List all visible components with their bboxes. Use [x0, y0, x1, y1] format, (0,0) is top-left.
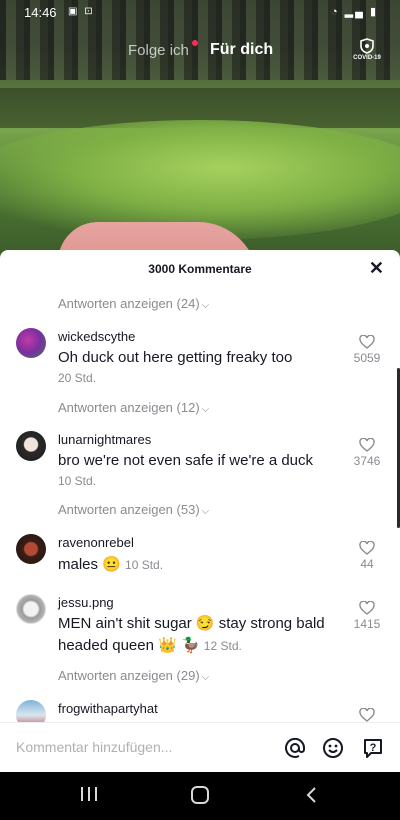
view-replies-label: Antworten anzeigen (53) [58, 502, 200, 517]
tab-for-you[interactable]: Für dich [210, 41, 273, 59]
view-replies-button[interactable]: Antworten anzeigen (12) ⌵ [58, 400, 209, 415]
like-count: 1415 [353, 617, 381, 631]
like-button[interactable]: 44 [350, 541, 384, 571]
comment-text: bro we're not even safe if we're a duck [58, 452, 314, 469]
status-time: 14:46 [24, 5, 57, 20]
avatar[interactable] [16, 328, 46, 358]
top-nav: Folge ich Für dich [0, 40, 400, 64]
tab-following[interactable]: Folge ich [128, 42, 189, 59]
comment-time: 20 Std. [58, 371, 97, 385]
heart-icon [359, 601, 375, 615]
view-replies-label: Antworten anzeigen (24) [58, 296, 200, 311]
like-button[interactable]: 3746 [350, 438, 384, 468]
view-replies-label: Antworten anzeigen (12) [58, 400, 200, 415]
chevron-down-icon: ⌵ [201, 404, 210, 415]
comment-time: 12 Std. [203, 639, 242, 653]
avatar[interactable] [16, 431, 46, 461]
comment-time: 10 Std. [58, 474, 97, 488]
video-background[interactable] [0, 0, 400, 260]
chevron-down-icon: ⌵ [201, 506, 210, 517]
mention-icon[interactable] [284, 737, 306, 759]
comment-time: 10 Std. [125, 558, 164, 572]
view-replies-button[interactable]: Antworten anzeigen (24) ⌵ [58, 296, 209, 311]
svg-text:?: ? [370, 742, 377, 754]
heart-icon [359, 708, 375, 722]
chevron-down-icon: ⌵ [201, 300, 210, 311]
view-replies-button[interactable]: Antworten anzeigen (53) ⌵ [58, 502, 209, 517]
notification-dot [192, 40, 198, 46]
like-button[interactable]: 5059 [350, 335, 384, 365]
avatar[interactable] [16, 594, 46, 624]
home-icon[interactable] [190, 786, 210, 809]
like-count: 5059 [353, 351, 381, 365]
back-icon[interactable] [304, 786, 318, 809]
comment-text-row: MEN ain't shit sugar 😏 stay strong bald … [58, 613, 348, 657]
comment-input[interactable]: Kommentar hinzufügen... [16, 739, 172, 755]
like-count: 3746 [353, 454, 381, 468]
status-signal-icons: ◔ ▂▄ ▮ [330, 6, 378, 18]
comment-username[interactable]: ravenonrebel [58, 535, 134, 550]
avatar[interactable] [16, 534, 46, 564]
covid-label: COVID-19 [353, 55, 381, 61]
recents-icon[interactable] [80, 786, 98, 807]
view-replies-label: Antworten anzeigen (29) [58, 668, 200, 683]
comment-input-bar: Kommentar hinzufügen... ? [0, 722, 400, 773]
comment-count: 3000 Kommentare [148, 262, 252, 276]
question-icon[interactable]: ? [362, 737, 384, 759]
like-button[interactable]: 1415 [350, 601, 384, 631]
emoji-icon[interactable] [322, 737, 344, 759]
system-nav-bar [0, 772, 400, 820]
comment-username[interactable]: frogwithapartyhat [58, 701, 158, 716]
status-notification-icons: ▣ ⊡ [68, 6, 95, 17]
comment-text: males 😐 [58, 556, 121, 573]
shield-icon [360, 38, 374, 54]
comment-username[interactable]: jessu.png [58, 595, 114, 610]
comment-text: MEN ain't shit sugar 😏 stay strong bald … [58, 615, 325, 654]
comment-text: Oh duck out here getting freaky too [58, 349, 293, 366]
heart-icon [359, 335, 375, 349]
heart-icon [359, 541, 375, 555]
comment-text-row: males 😐 10 Std. [58, 554, 348, 576]
sheet-header: 3000 Kommentare ✕ [0, 250, 400, 286]
like-count: 44 [360, 557, 374, 571]
heart-icon [359, 438, 375, 452]
comments-sheet: 3000 Kommentare ✕ Antworten anzeigen (24… [0, 250, 400, 772]
chevron-down-icon: ⌵ [201, 672, 210, 683]
comment-username[interactable]: lunarnightmares [58, 432, 151, 447]
view-replies-button[interactable]: Antworten anzeigen (29) ⌵ [58, 668, 209, 683]
close-button[interactable]: ✕ [369, 259, 384, 277]
covid-button[interactable]: COVID-19 [348, 38, 386, 61]
status-bar: 14:46 ▣ ⊡ ◔ ▂▄ ▮ [0, 4, 400, 22]
comment-username[interactable]: wickedscythe [58, 329, 135, 344]
